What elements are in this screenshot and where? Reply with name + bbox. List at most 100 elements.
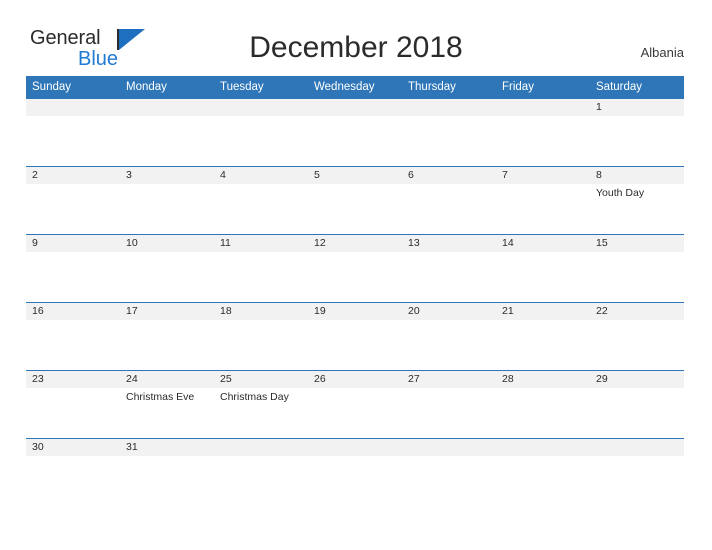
- calendar-day-cell[interactable]: [308, 438, 402, 469]
- day-event: Christmas Day: [220, 391, 289, 403]
- calendar-body: 1 2 3 4 5 6 7 8 Youth Day 9 10 11 12 13 1…: [26, 98, 684, 469]
- day-event: [496, 252, 590, 255]
- day-number: 6: [402, 167, 496, 184]
- day-number: [120, 99, 214, 116]
- day-number: 30: [26, 439, 120, 456]
- day-event: [590, 320, 684, 323]
- weekday-header-monday: Monday: [120, 76, 214, 99]
- day-event: [402, 388, 496, 391]
- day-number: 27: [402, 371, 496, 388]
- weekday-header-sunday: Sunday: [26, 76, 120, 99]
- calendar-day-cell[interactable]: 8 Youth Day: [590, 166, 684, 235]
- day-event: [308, 456, 402, 459]
- day-event: [402, 320, 496, 323]
- calendar-day-cell[interactable]: [496, 98, 590, 167]
- day-number: 10: [120, 235, 214, 252]
- day-event: Youth Day: [596, 187, 645, 199]
- day-number: 20: [402, 303, 496, 320]
- page-title: December 2018: [249, 31, 463, 64]
- day-number: 3: [120, 167, 214, 184]
- calendar-container: Sunday Monday Tuesday Wednesday Thursday…: [26, 76, 684, 469]
- calendar-day-cell[interactable]: [496, 438, 590, 469]
- day-event: [590, 252, 684, 255]
- calendar-day-cell[interactable]: [26, 98, 120, 167]
- weekday-header-tuesday: Tuesday: [214, 76, 308, 99]
- day-event: [590, 116, 684, 119]
- day-event: [26, 116, 120, 119]
- calendar-day-cell[interactable]: 22: [590, 302, 684, 371]
- calendar-day-cell[interactable]: 9: [26, 234, 120, 303]
- day-event: [308, 320, 402, 323]
- calendar-day-cell[interactable]: 25 Christmas Day: [214, 370, 308, 439]
- calendar-day-cell[interactable]: 1: [590, 98, 684, 167]
- calendar-day-cell[interactable]: [120, 98, 214, 167]
- day-event: [496, 320, 590, 323]
- day-event: [120, 456, 214, 459]
- calendar-day-cell[interactable]: 13: [402, 234, 496, 303]
- day-event: [26, 456, 120, 459]
- calendar-day-cell[interactable]: 19: [308, 302, 402, 371]
- page-header: General Blue December 2018 Albania: [0, 0, 712, 70]
- calendar-day-cell[interactable]: 4: [214, 166, 308, 235]
- calendar-day-cell[interactable]: [308, 98, 402, 167]
- calendar-day-cell[interactable]: 23: [26, 370, 120, 439]
- day-event: [308, 388, 402, 391]
- day-number: 29: [590, 371, 684, 388]
- day-number: 5: [308, 167, 402, 184]
- day-number: [402, 99, 496, 116]
- day-number: 28: [496, 371, 590, 388]
- calendar-day-cell[interactable]: 28: [496, 370, 590, 439]
- day-number: 1: [590, 99, 684, 116]
- day-event: [308, 184, 402, 187]
- calendar-day-cell[interactable]: 3: [120, 166, 214, 235]
- day-number: 22: [590, 303, 684, 320]
- calendar-day-cell[interactable]: 20: [402, 302, 496, 371]
- calendar-day-cell[interactable]: 14: [496, 234, 590, 303]
- calendar-day-cell[interactable]: 11: [214, 234, 308, 303]
- day-event: [120, 184, 214, 187]
- day-number: 31: [120, 439, 214, 456]
- day-event: [590, 456, 684, 459]
- calendar-day-cell[interactable]: 12: [308, 234, 402, 303]
- calendar-day-cell[interactable]: 17: [120, 302, 214, 371]
- calendar-day-cell[interactable]: 27: [402, 370, 496, 439]
- calendar-day-cell[interactable]: 18: [214, 302, 308, 371]
- calendar-day-cell[interactable]: 10: [120, 234, 214, 303]
- calendar-day-cell[interactable]: 31: [120, 438, 214, 469]
- calendar-day-cell[interactable]: 15: [590, 234, 684, 303]
- day-event: [214, 184, 308, 187]
- day-number: 12: [308, 235, 402, 252]
- day-event: Christmas Eve: [126, 391, 195, 403]
- day-number: 19: [308, 303, 402, 320]
- calendar-day-cell[interactable]: [402, 98, 496, 167]
- day-event: [402, 184, 496, 187]
- calendar-day-cell[interactable]: 7: [496, 166, 590, 235]
- day-event: [120, 116, 214, 119]
- calendar-day-cell[interactable]: 30: [26, 438, 120, 469]
- calendar-day-cell[interactable]: 29: [590, 370, 684, 439]
- calendar-day-cell[interactable]: 5: [308, 166, 402, 235]
- day-event: [26, 320, 120, 323]
- calendar-header-row: Sunday Monday Tuesday Wednesday Thursday…: [26, 76, 684, 99]
- calendar-day-cell[interactable]: [214, 98, 308, 167]
- calendar-week-row: 1: [26, 98, 684, 167]
- calendar-day-cell[interactable]: 24 Christmas Eve: [120, 370, 214, 439]
- calendar-day-cell[interactable]: 16: [26, 302, 120, 371]
- day-number: 25: [214, 371, 308, 388]
- day-number: 8: [590, 167, 684, 184]
- calendar-day-cell[interactable]: [590, 438, 684, 469]
- day-number: 7: [496, 167, 590, 184]
- day-event: [496, 116, 590, 119]
- day-number: 2: [26, 167, 120, 184]
- calendar-day-cell[interactable]: 21: [496, 302, 590, 371]
- calendar-day-cell[interactable]: [402, 438, 496, 469]
- calendar-day-cell[interactable]: 2: [26, 166, 120, 235]
- calendar-day-cell[interactable]: [214, 438, 308, 469]
- day-event: [402, 456, 496, 459]
- day-number: [26, 99, 120, 116]
- calendar-table: Sunday Monday Tuesday Wednesday Thursday…: [26, 76, 684, 469]
- calendar-day-cell[interactable]: 6: [402, 166, 496, 235]
- day-event: [26, 184, 120, 187]
- calendar-day-cell[interactable]: 26: [308, 370, 402, 439]
- day-number: [402, 439, 496, 456]
